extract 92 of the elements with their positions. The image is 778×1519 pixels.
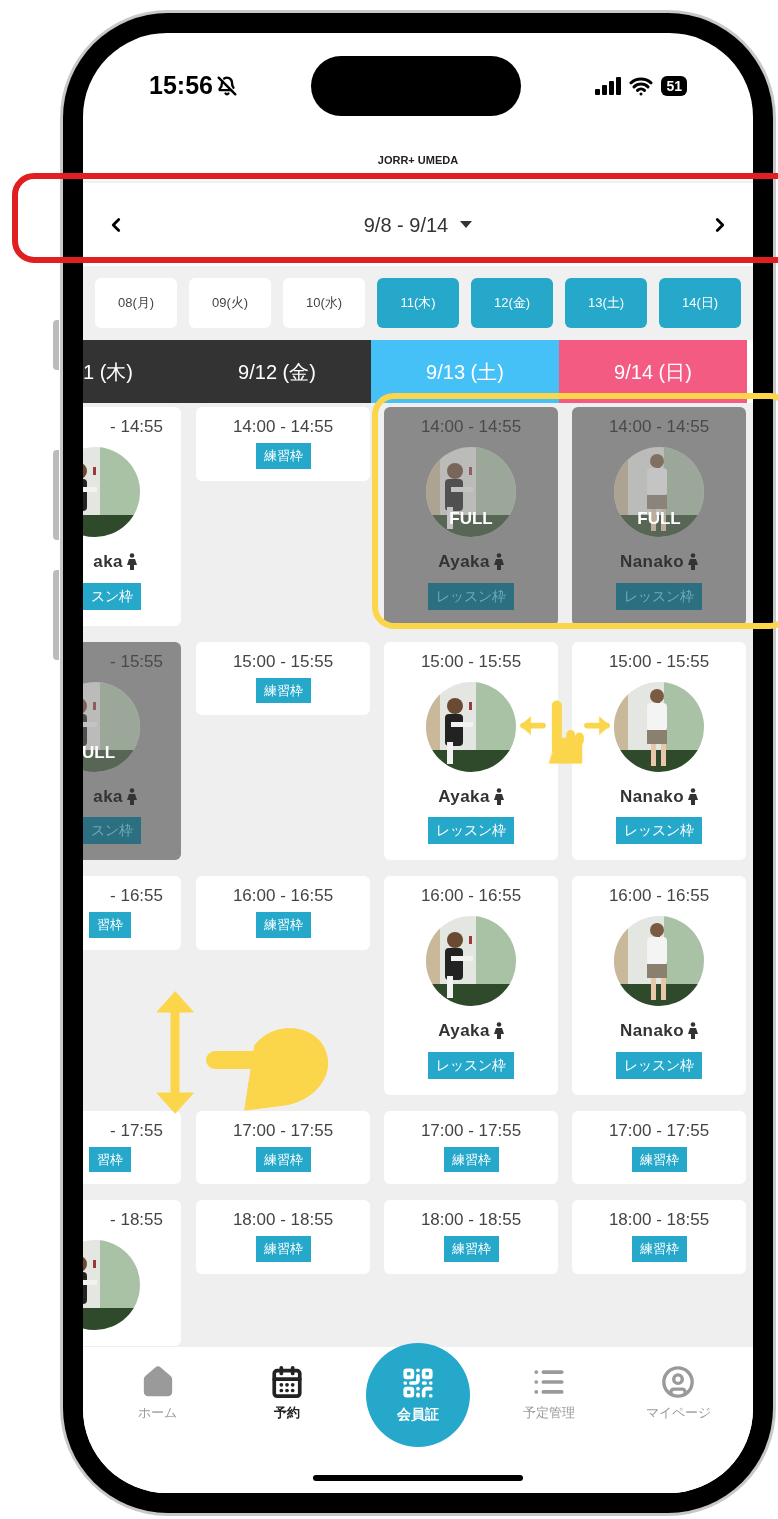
time-range: - 14:55 — [110, 416, 163, 438]
practice-slot-card[interactable]: 15:00 - 15:55 練習枠 — [196, 641, 370, 715]
instructor-name: aka — [93, 785, 123, 808]
lesson-slot-card[interactable]: 16:00 - 16:55 Nanako レッスン枠 — [572, 876, 746, 1095]
instructor-name: Nanako — [620, 1020, 684, 1042]
column-date: 9/14 (日) — [614, 359, 692, 385]
time-range: - 15:55 — [110, 650, 163, 673]
slot-tag: レッスン枠 — [616, 1051, 702, 1079]
studio-title: JORR+ UMEDA — [377, 152, 459, 168]
column-date: 9/13 (土) — [426, 359, 504, 385]
time-range: 18:00 - 18:55 — [420, 1209, 522, 1231]
female-icon — [493, 553, 504, 571]
time-range: - 16:55 — [110, 885, 163, 907]
bell-off-icon — [216, 76, 237, 96]
time-range: 17:00 - 17:55 — [232, 1119, 334, 1142]
battery-indicator: 51 — [661, 76, 687, 96]
slot-tag: 練習枠 — [255, 1146, 311, 1172]
practice-slot-card[interactable]: - 17:55 習枠 — [83, 1110, 181, 1184]
lesson-slot-card[interactable]: 15:00 - 15:55 Ayaka レッスン枠 — [384, 641, 558, 860]
time-range: 14:00 - 14:55 — [608, 416, 710, 438]
time-range: 14:00 - 14:55 — [420, 416, 522, 438]
instructor-name: aka — [93, 551, 123, 573]
qr-code-icon — [400, 1365, 435, 1400]
slot-tag: 練習枠 — [443, 1146, 499, 1172]
calendar-icon — [269, 1365, 304, 1399]
lesson-slot-card[interactable]: 15:00 - 15:55 Nanako レッスン枠 — [572, 641, 746, 860]
slot-tag: 習枠 — [89, 912, 131, 938]
slot-tag: 練習枠 — [255, 912, 311, 938]
female-icon — [688, 787, 698, 805]
female-icon — [688, 553, 698, 571]
slot-tag: レッスン枠 — [428, 582, 514, 610]
day-chip[interactable]: 08(月) — [95, 278, 177, 328]
week-selector[interactable]: 9/8 - 9/14 — [363, 209, 473, 240]
practice-slot-card[interactable]: 18:00 - 18:55 練習枠 — [384, 1200, 558, 1274]
time-range: 18:00 - 18:55 — [608, 1209, 710, 1231]
user-icon — [661, 1365, 696, 1399]
female-icon — [127, 553, 137, 571]
instructor-name: Ayaka — [438, 551, 490, 573]
slot-tag: 練習枠 — [631, 1146, 687, 1172]
instructor-name: Nanako — [620, 785, 684, 808]
day-chip[interactable]: 09(火) — [189, 278, 271, 328]
instructor-name: Ayaka — [438, 1020, 490, 1042]
slot-tag: 練習枠 — [631, 1236, 687, 1262]
time-range: 18:00 - 18:55 — [232, 1209, 334, 1231]
female-icon — [493, 787, 504, 805]
full-label: ULL — [83, 742, 116, 764]
practice-slot-card[interactable]: - 16:55 習枠 — [83, 876, 181, 950]
time-range: 14:00 - 14:55 — [232, 416, 334, 438]
slot-tag: レッスン枠 — [616, 817, 702, 844]
practice-slot-card[interactable]: 17:00 - 17:55 練習枠 — [572, 1110, 746, 1184]
slot-tag: 練習枠 — [255, 443, 311, 469]
lesson-slot-card[interactable]: - 18:55 — [83, 1200, 181, 1346]
column-date: 9/12 (金) — [238, 359, 316, 385]
day-chip[interactable]: 10(水) — [283, 278, 365, 328]
time-range: 15:00 - 15:55 — [232, 650, 334, 673]
slot-tag: レッスン枠 — [428, 817, 514, 844]
female-icon — [688, 1022, 698, 1040]
slot-tag: 習枠 — [89, 1146, 131, 1172]
column-date: 1 (木) — [83, 359, 133, 385]
practice-slot-card[interactable]: 18:00 - 18:55 練習枠 — [572, 1200, 746, 1274]
time-range: 17:00 - 17:55 — [420, 1119, 522, 1142]
slot-tag: スン枠 — [83, 582, 141, 610]
lesson-slot-card[interactable]: - 14:55 aka スン枠 — [83, 407, 181, 626]
signal-icon — [595, 77, 622, 95]
time-range: 16:00 - 16:55 — [420, 885, 522, 907]
caret-down-icon — [460, 220, 473, 229]
time-range: 16:00 - 16:55 — [232, 885, 334, 907]
time-range: 15:00 - 15:55 — [420, 650, 522, 673]
time-range: - 17:55 — [110, 1119, 163, 1142]
instructor-name: Ayaka — [438, 785, 490, 808]
practice-slot-card[interactable]: 18:00 - 18:55 練習枠 — [196, 1200, 370, 1274]
slot-tag: レッスン枠 — [616, 582, 702, 610]
time-range: 17:00 - 17:55 — [608, 1119, 710, 1142]
practice-slot-card[interactable]: 17:00 - 17:55 練習枠 — [384, 1110, 558, 1184]
slot-tag: 練習枠 — [255, 1236, 311, 1262]
time-range: 16:00 - 16:55 — [608, 885, 710, 907]
slot-tag: 練習枠 — [443, 1236, 499, 1262]
practice-slot-card[interactable]: 16:00 - 16:55 練習枠 — [196, 876, 370, 950]
female-icon — [127, 787, 137, 805]
practice-slot-card[interactable]: 17:00 - 17:55 練習枠 — [196, 1110, 370, 1184]
time-range: 15:00 - 15:55 — [608, 650, 710, 673]
instructor-name: Nanako — [620, 551, 684, 573]
slot-tag: レッスン枠 — [428, 1051, 514, 1079]
lesson-slot-card[interactable]: 16:00 - 16:55 Ayaka レッスン枠 — [384, 876, 558, 1095]
time-range: - 18:55 — [110, 1209, 163, 1231]
slot-tag: 練習枠 — [255, 677, 311, 703]
practice-slot-card[interactable]: 14:00 - 14:55 練習枠 — [196, 407, 370, 481]
lesson-slot-card[interactable]: - 15:55 ULL aka スン枠 — [83, 641, 181, 860]
female-icon — [493, 1022, 504, 1040]
clock-time: 15:56 — [149, 70, 213, 102]
nav-tab[interactable]: 予約 — [236, 1365, 337, 1423]
slot-tag: スン枠 — [83, 817, 141, 844]
